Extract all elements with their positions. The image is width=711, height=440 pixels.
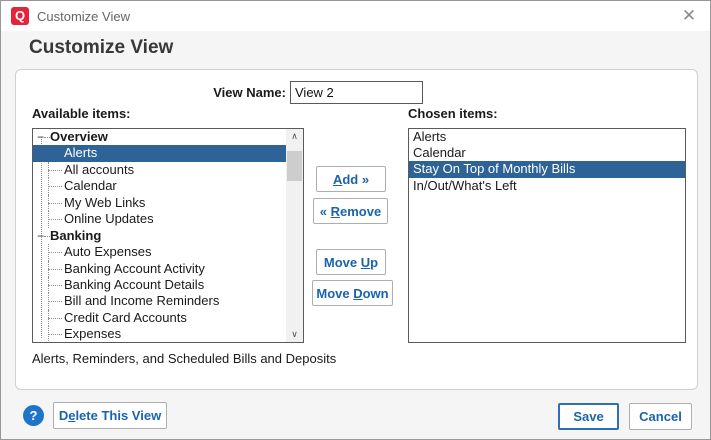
tree-item-label: Calendar [64,178,117,194]
tree-item[interactable]: Credit Card Accounts [33,310,286,326]
remove-label-accel: R [331,204,340,219]
scroll-up-icon[interactable]: ∧ [286,129,303,144]
list-item-label: In/Out/What's Left [413,178,517,193]
item-description: Alerts, Reminders, and Scheduled Bills a… [32,351,336,366]
quicken-logo-icon: Q [11,7,29,25]
tree-item[interactable]: − Banking [33,228,286,244]
move-up-label-rest: p [370,255,378,270]
close-icon[interactable]: ✕ [678,5,700,27]
move-down-label-accel: D [353,286,362,301]
window-title: Customize View [37,9,130,24]
page-title: Customize View [29,37,173,59]
available-list-scrollbar[interactable]: ∧ ∨ [286,129,303,342]
scroll-down-icon[interactable]: ∨ [286,327,303,342]
tree-item-label: Overview [50,129,108,145]
tree-item[interactable]: Bill and Income Reminders [33,293,286,309]
scrollbar-thumb[interactable] [287,151,302,181]
view-name-label: View Name: [16,85,286,100]
list-item[interactable]: In/Out/What's Left [409,178,685,194]
move-down-label-pre: Move [316,286,353,301]
tree-item[interactable]: Alerts [33,145,286,161]
save-button[interactable]: Save [558,403,619,430]
tree-item-label: Auto Expenses [64,244,151,260]
tree-item[interactable]: Auto Expenses [33,244,286,260]
list-item-label: Alerts [413,129,446,144]
remove-label-pre: « [320,204,331,219]
list-item[interactable]: Alerts [409,129,685,145]
tree-item-label: My Web Links [64,195,145,211]
tree-item-label: Online Updates [64,211,154,227]
move-down-button[interactable]: Move Down [312,280,393,306]
list-item[interactable]: Calendar [409,145,685,161]
tree-item[interactable]: Calendar [33,178,286,194]
available-items-label: Available items: [32,106,131,121]
tree-item[interactable]: Online Updates [33,211,286,227]
available-items-list[interactable]: − Overview Alerts All accounts Calendar … [32,128,304,343]
cancel-button[interactable]: Cancel [629,403,692,430]
tree-item[interactable]: Banking Account Activity [33,261,286,277]
tree-item-label: Banking Account Activity [64,261,205,277]
move-up-button[interactable]: Move Up [316,249,386,275]
tree-item-label: Banking [50,228,101,244]
help-button[interactable]: ? [23,405,44,426]
title-bar[interactable]: Q Customize View ✕ [1,1,710,31]
delete-view-button[interactable]: Delete This View [53,402,167,429]
move-up-label-pre: Move [324,255,361,270]
collapse-icon[interactable]: − [37,228,44,244]
tree-item-label: Alerts [64,145,97,161]
tree-item[interactable]: − Overview [33,129,286,145]
tree-item-label: Credit Card Accounts [64,310,187,326]
tree-item[interactable]: Expenses [33,326,286,342]
tree-item[interactable]: Banking Account Details [33,277,286,293]
tree-item-label: Bill and Income Reminders [64,293,219,309]
tree-item[interactable]: My Web Links [33,195,286,211]
delete-label-rest: lete This View [75,408,161,423]
move-down-label-rest: own [363,286,389,301]
view-name-input[interactable] [290,81,423,104]
customize-view-dialog: Q Customize View ✕ Customize View View N… [0,0,711,440]
chosen-items-label: Chosen items: [408,106,498,121]
chosen-items-list[interactable]: Alerts Calendar Stay On Top of Monthly B… [408,128,686,343]
list-item-label: Stay On Top of Monthly Bills [413,161,575,176]
delete-label-pre: D [59,408,68,423]
tree-item-label: All accounts [64,162,134,178]
tree-item-label: Banking Account Details [64,277,204,293]
add-button[interactable]: Add » [316,166,386,192]
collapse-icon[interactable]: − [37,129,44,145]
move-up-label-accel: U [361,255,370,270]
add-label-accel: A [333,172,342,187]
remove-button[interactable]: « Remove [313,198,388,224]
tree-item-label: Expenses [64,326,121,342]
add-label-rest: dd » [342,172,369,187]
tree-item[interactable]: All accounts [33,162,286,178]
customize-group-box: View Name: Available items: Chosen items… [15,69,698,390]
list-item[interactable]: Stay On Top of Monthly Bills [409,161,685,177]
remove-label-rest: emove [340,204,381,219]
list-item-label: Calendar [413,145,466,160]
